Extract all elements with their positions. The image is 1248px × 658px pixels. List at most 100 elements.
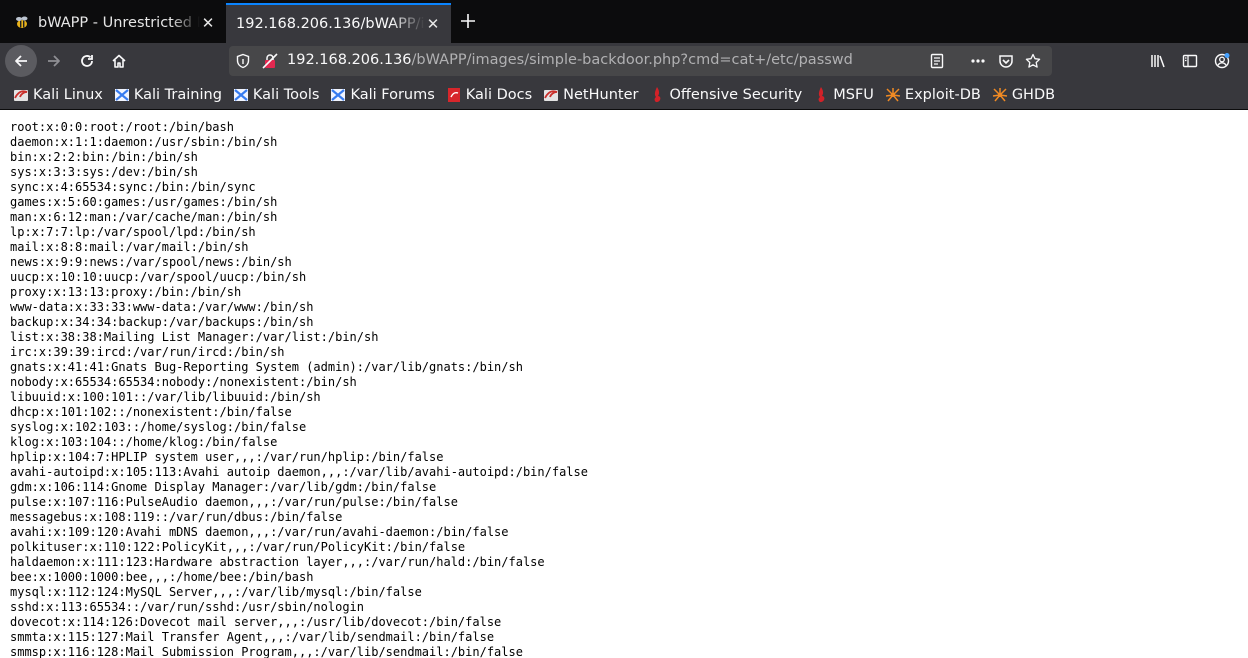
passwd-line: sshd:x:113:65534::/var/run/sshd:/usr/sbi… <box>10 600 365 614</box>
sidebar-button[interactable] <box>1174 45 1206 77</box>
passwd-line: pulse:x:107:116:PulseAudio daemon,,,:/va… <box>10 495 458 509</box>
page-content: root:x:0:0:root:/root:/bin/bash daemon:x:… <box>0 111 1248 658</box>
passwd-line: backup:x:34:34:backup:/var/backups:/bin/… <box>10 315 314 329</box>
navigation-toolbar: 192.168.206.136/bWAPP/images/simple-back… <box>0 43 1248 80</box>
bee-favicon-icon <box>14 15 30 31</box>
close-icon[interactable]: ✕ <box>200 14 216 32</box>
url-text[interactable]: 192.168.206.136/bWAPP/images/simple-back… <box>287 52 853 68</box>
passwd-line: libuuid:x:100:101::/var/lib/libuuid:/bin… <box>10 390 321 404</box>
exploitdb-icon <box>885 87 901 103</box>
kali-red-icon <box>13 87 29 103</box>
kali-blue-icon <box>114 87 130 103</box>
arrow-left-icon <box>15 55 27 67</box>
address-bar[interactable]: 192.168.206.136/bWAPP/images/simple-back… <box>229 46 1052 76</box>
plus-icon <box>461 14 475 28</box>
passwd-line: gdm:x:106:114:Gnome Display Manager:/var… <box>10 480 437 494</box>
url-host: 192.168.206.136 <box>287 52 412 68</box>
home-icon <box>112 54 126 68</box>
passwd-line: smmta:x:115:127:Mail Transfer Agent,,,:/… <box>10 630 495 644</box>
library-button[interactable] <box>1142 45 1174 77</box>
passwd-line: messagebus:x:108:119::/var/run/dbus:/bin… <box>10 510 343 524</box>
bookmark-ghdb[interactable]: GHDB <box>992 87 1055 103</box>
passwd-line: avahi:x:109:120:Avahi mDNS daemon,,,:/va… <box>10 525 509 539</box>
bookmark-kali-docs[interactable]: Kali Docs <box>446 87 532 103</box>
bookmark-label: NetHunter <box>563 86 639 103</box>
passwd-line: games:x:5:60:games:/usr/games:/bin/sh <box>10 195 278 209</box>
bookmark-label: Kali Tools <box>252 86 320 103</box>
passwd-line: gnats:x:41:41:Gnats Bug-Reporting System… <box>10 360 523 374</box>
insecure-lock-icon[interactable] <box>262 53 278 69</box>
home-button[interactable] <box>103 45 135 77</box>
passwd-output: root:x:0:0:root:/root:/bin/bash daemon:x:… <box>0 111 1248 658</box>
passwd-line: bee:x:1000:1000:bee,,,:/home/bee:/bin/ba… <box>10 570 314 584</box>
passwd-line: haldaemon:x:111:123:Hardware abstraction… <box>10 555 545 569</box>
account-icon <box>1214 53 1230 69</box>
passwd-line: lp:x:7:7:lp:/var/spool/lpd:/bin/sh <box>10 225 256 239</box>
tab-strip: bWAPP - Unrestricted File ✕ 192.168.206.… <box>0 0 1248 43</box>
passwd-line: dovecot:x:114:126:Dovecot mail server,,,… <box>10 615 502 629</box>
bookmark-label: GHDB <box>1011 86 1056 103</box>
passwd-line: hplip:x:104:7:HPLIP system user,,,:/var/… <box>10 450 444 464</box>
kali-blue-icon <box>233 87 249 103</box>
passwd-line: mail:x:8:8:mail:/var/mail:/bin/sh <box>10 240 249 254</box>
bookmark-label: Offensive Security <box>669 86 803 103</box>
tab-bwapp[interactable]: bWAPP - Unrestricted File ✕ <box>4 3 226 43</box>
passwd-line: root:x:0:0:root:/root:/bin/bash <box>10 120 234 134</box>
passwd-line: uucp:x:10:10:uucp:/var/spool/uucp:/bin/s… <box>10 270 307 284</box>
bookmark-label: Kali Docs <box>465 86 533 103</box>
bookmark-exploit-db[interactable]: Exploit-DB <box>885 87 981 103</box>
bookmark-star-icon[interactable] <box>1025 53 1041 69</box>
reader-view-icon[interactable] <box>929 53 945 69</box>
bookmark-label: Kali Linux <box>33 86 103 103</box>
passwd-line: proxy:x:13:13:proxy:/bin:/bin/sh <box>10 285 242 299</box>
bookmark-kali-linux[interactable]: Kali Linux <box>13 87 103 103</box>
passwd-line: klog:x:103:104::/home/klog:/bin/false <box>10 435 278 449</box>
passwd-line: man:x:6:12:man:/var/cache/man:/bin/sh <box>10 210 278 224</box>
passwd-line: list:x:38:38:Mailing List Manager:/var/l… <box>10 330 379 344</box>
more-actions-icon[interactable] <box>970 53 986 69</box>
bookmark-kali-training[interactable]: Kali Training <box>114 87 222 103</box>
passwd-line: syslog:x:102:103::/home/syslog:/bin/fals… <box>10 420 307 434</box>
passwd-line: avahi-autoipd:x:105:113:Avahi autoip dae… <box>10 465 588 479</box>
arrow-right-icon <box>48 55 60 67</box>
bookmark-offensive-security[interactable]: Offensive Security <box>649 86 803 103</box>
pocket-icon[interactable] <box>998 53 1014 69</box>
tab-active[interactable]: 192.168.206.136/bWAPP/images ✕ <box>226 3 451 43</box>
passwd-line: www-data:x:33:33:www-data:/var/www:/bin/… <box>10 300 314 314</box>
bookmarks-toolbar: Kali Linux Kali Training Kali Tools Kali… <box>0 80 1248 110</box>
reload-button[interactable] <box>71 45 103 77</box>
url-path: /bWAPP/images/simple-backdoor.php?cmd=ca… <box>411 52 853 68</box>
passwd-line: sys:x:3:3:sys:/dev:/bin/sh <box>10 165 198 179</box>
library-icon <box>1151 55 1165 68</box>
kali-docs-icon <box>446 87 462 103</box>
passwd-line: mysql:x:112:124:MySQL Server,,,:/var/lib… <box>10 585 422 599</box>
tab-title: bWAPP - Unrestricted File <box>38 15 200 31</box>
bookmark-label: Kali Forums <box>350 86 435 103</box>
forward-button[interactable] <box>38 45 70 77</box>
passwd-line: smmsp:x:116:128:Mail Submission Program,… <box>10 645 523 658</box>
bookmark-label: Kali Training <box>133 86 222 103</box>
passwd-line: bin:x:2:2:bin:/bin:/bin/sh <box>10 150 198 164</box>
bookmark-kali-tools[interactable]: Kali Tools <box>233 86 320 103</box>
sidebar-icon <box>1182 54 1198 68</box>
kali-red-icon <box>543 87 559 103</box>
bookmark-kali-forums[interactable]: Kali Forums <box>330 86 435 103</box>
reload-icon <box>81 55 93 67</box>
passwd-line: sync:x:4:65534:sync:/bin:/bin/sync <box>10 180 256 194</box>
bookmark-msfu[interactable]: MSFU <box>813 86 874 103</box>
passwd-line: irc:x:39:39:ircd:/var/run/ircd:/bin/sh <box>10 345 285 359</box>
bookmark-label: Exploit-DB <box>904 86 981 103</box>
offsec-icon <box>813 86 829 103</box>
passwd-line: polkituser:x:110:122:PolicyKit,,,:/var/r… <box>10 540 466 554</box>
tab-title: 192.168.206.136/bWAPP/images <box>236 16 425 32</box>
passwd-line: nobody:x:65534:65534:nobody:/nonexistent… <box>10 375 357 389</box>
back-button[interactable] <box>5 45 37 77</box>
new-tab-button[interactable] <box>455 8 481 34</box>
close-icon[interactable]: ✕ <box>425 15 441 33</box>
offsec-icon <box>649 86 665 103</box>
passwd-line: dhcp:x:101:102::/nonexistent:/bin/false <box>10 405 292 419</box>
bookmark-nethunter[interactable]: NetHunter <box>543 87 638 103</box>
account-button[interactable] <box>1206 45 1238 77</box>
info-icon[interactable] <box>235 53 251 69</box>
exploitdb-icon <box>992 87 1008 103</box>
